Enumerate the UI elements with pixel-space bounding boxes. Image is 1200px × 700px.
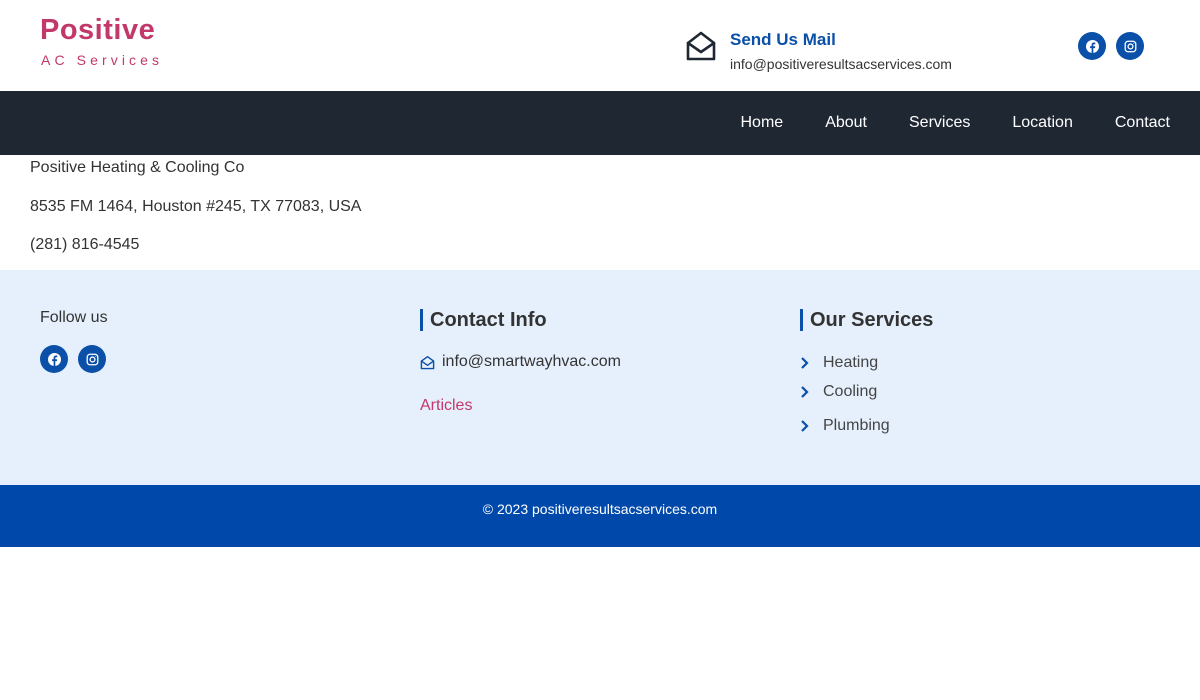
header-social-links	[1078, 32, 1144, 60]
nav-home[interactable]: Home	[741, 114, 784, 132]
chevron-right-icon	[801, 357, 809, 369]
footer-facebook-button[interactable]	[40, 345, 68, 373]
instagram-button[interactable]	[1116, 32, 1144, 60]
site-logo[interactable]: Positive AC Services	[40, 14, 163, 68]
facebook-button[interactable]	[1078, 32, 1106, 60]
facebook-icon	[1085, 39, 1099, 53]
service-item-heating[interactable]: Heating	[800, 351, 933, 375]
instagram-icon	[1124, 40, 1136, 52]
service-label: Plumbing	[823, 417, 890, 434]
business-phone: (281) 816-4545	[30, 236, 140, 253]
footer-follow-column: Follow us	[40, 309, 108, 373]
our-services-heading: Our Services	[800, 309, 933, 331]
logo-subtitle: AC Services	[41, 52, 164, 68]
service-item-plumbing[interactable]: Plumbing	[800, 409, 933, 443]
send-mail-title: Send Us Mail	[730, 30, 836, 49]
articles-link[interactable]: Articles	[420, 397, 621, 415]
send-mail-block: Send Us Mail info@positiveresultsacservi…	[686, 30, 952, 72]
copyright-bar: © 2023 positiveresultsacservices.com	[0, 485, 1200, 547]
footer-social-links	[40, 345, 108, 373]
site-footer: Follow us Contact Info info@smartwayhvac…	[0, 270, 1200, 485]
business-name: Positive Heating & Cooling Co	[30, 159, 245, 176]
footer-email-row[interactable]: info@smartwayhvac.com	[420, 353, 621, 371]
nav-location[interactable]: Location	[1012, 114, 1073, 132]
service-label: Heating	[823, 354, 879, 371]
copyright-text: © 2023 positiveresultsacservices.com	[482, 501, 718, 517]
nav-services[interactable]: Services	[909, 114, 970, 132]
main-nav: Home About Services Location Contact	[0, 91, 1200, 155]
footer-email-link[interactable]: info@smartwayhvac.com	[442, 353, 621, 371]
service-label: Cooling	[823, 383, 878, 400]
facebook-icon	[47, 352, 61, 366]
logo-title: Positive	[40, 14, 156, 46]
contact-info-heading: Contact Info	[420, 309, 621, 331]
footer-contact-column: Contact Info info@smartwayhvac.com Artic…	[420, 309, 621, 415]
nav-about[interactable]: About	[825, 114, 867, 132]
nav-contact[interactable]: Contact	[1115, 114, 1170, 132]
services-list: Heating Cooling Plumbing	[800, 351, 933, 443]
business-address: 8535 FM 1464, Houston #245, TX 77083, US…	[30, 197, 362, 215]
header-email-link[interactable]: info@positiveresultsacservices.com	[730, 56, 952, 72]
service-item-cooling[interactable]: Cooling	[800, 375, 933, 409]
footer-instagram-button[interactable]	[78, 345, 106, 373]
open-envelope-icon	[420, 355, 435, 369]
chevron-right-icon	[801, 420, 809, 432]
follow-us-label: Follow us	[40, 309, 108, 326]
footer-services-column: Our Services Heating Cooling Plumbing	[800, 309, 933, 443]
chevron-right-icon	[801, 386, 809, 398]
instagram-icon	[86, 353, 98, 365]
site-header: Positive AC Services Send Us Mail info@p…	[0, 0, 1200, 91]
open-envelope-icon	[686, 31, 716, 61]
business-info: Positive Heating & Cooling Co 8535 FM 14…	[30, 158, 361, 254]
